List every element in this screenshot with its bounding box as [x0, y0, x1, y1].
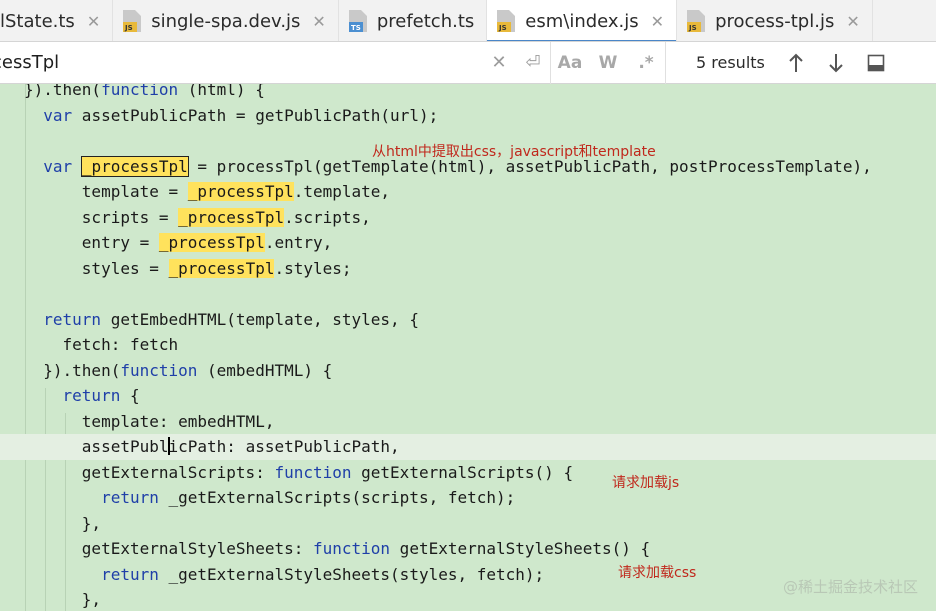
code-line[interactable]: }).then(function (embedHTML) {: [0, 358, 936, 384]
tab-esm-index-js[interactable]: JS esm\index.js ✕: [487, 0, 678, 41]
tab-label: single-spa.dev.js: [151, 10, 301, 32]
code-line[interactable]: }).then(function (html) {: [0, 84, 936, 103]
js-file-icon: JS: [121, 9, 143, 33]
filter-window-icon[interactable]: [856, 43, 896, 83]
tab-single-spa-dev-js[interactable]: JS single-spa.dev.js ✕: [113, 0, 339, 41]
code-line[interactable]: template = _processTpl.template,: [0, 179, 936, 205]
tab-prefetch-ts[interactable]: TS prefetch.ts: [339, 0, 488, 41]
next-occurrence-icon[interactable]: [816, 43, 856, 83]
code-line[interactable]: styles = _processTpl.styles;: [0, 256, 936, 282]
tab-label: prefetch.ts: [376, 10, 475, 32]
code-line[interactable]: },: [0, 511, 936, 537]
annotation-load-js: 请求加载js: [612, 475, 680, 491]
clear-search-icon[interactable]: ✕: [482, 43, 516, 83]
tab-label: esm\index.js: [525, 10, 639, 32]
code-line[interactable]: getExternalStyleSheets: function getExte…: [0, 536, 936, 562]
find-bar: ✕ ⏎ Aa W .* 5 results: [0, 41, 936, 84]
svg-text:TS: TS: [351, 24, 361, 32]
close-icon[interactable]: ✕: [87, 12, 100, 31]
previous-occurrence-icon[interactable]: [776, 43, 816, 83]
code-line[interactable]: return {: [0, 383, 936, 409]
close-icon[interactable]: ✕: [651, 12, 664, 31]
annotation-extract: 从html中提取出css，javascript和template: [372, 144, 656, 160]
tab-process-tpl-js[interactable]: JS process-tpl.js ✕: [677, 0, 873, 41]
annotation-load-css: 请求加载css: [618, 565, 697, 581]
close-icon[interactable]: ✕: [846, 12, 859, 31]
js-file-icon: JS: [495, 9, 517, 33]
code-line[interactable]: [0, 281, 936, 307]
code-line[interactable]: assetPublicPath: assetPublicPath,: [0, 434, 936, 460]
watermark: @稀土掘金技术社区: [782, 578, 918, 596]
match-case-toggle[interactable]: Aa: [551, 53, 589, 73]
code-line[interactable]: return _getExternalScripts(scripts, fetc…: [0, 485, 936, 511]
code-line[interactable]: getExternalScripts: function getExternal…: [0, 460, 936, 486]
tab-label: process-tpl.js: [715, 10, 835, 32]
svg-text:JS: JS: [124, 24, 133, 32]
code-line[interactable]: fetch: fetch: [0, 332, 936, 358]
new-line-icon[interactable]: ⏎: [516, 43, 550, 83]
whole-words-toggle[interactable]: W: [589, 53, 627, 73]
code-editor[interactable]: }).then(function (html) { var assetPubli…: [0, 84, 936, 611]
js-file-icon: JS: [685, 9, 707, 33]
close-icon[interactable]: ✕: [312, 12, 325, 31]
tab-lstate-ts[interactable]: lState.ts ✕: [0, 0, 114, 41]
code-line[interactable]: template: embedHTML,: [0, 409, 936, 435]
editor-tab-bar: lState.ts ✕ JS single-spa.dev.js ✕ TS pr…: [0, 0, 936, 42]
code-line[interactable]: entry = _processTpl.entry,: [0, 230, 936, 256]
code-line[interactable]: var assetPublicPath = getPublicPath(url)…: [0, 103, 936, 129]
tab-label: lState.ts: [0, 10, 75, 32]
search-input[interactable]: [0, 42, 472, 83]
ts-file-icon: TS: [347, 9, 369, 33]
svg-text:JS: JS: [498, 24, 507, 32]
code-line[interactable]: return getEmbedHTML(template, styles, {: [0, 307, 936, 333]
code-line[interactable]: scripts = _processTpl.scripts,: [0, 205, 936, 231]
regex-toggle[interactable]: .*: [627, 53, 665, 73]
svg-text:JS: JS: [688, 24, 697, 32]
search-results-count: 5 results: [696, 53, 765, 72]
